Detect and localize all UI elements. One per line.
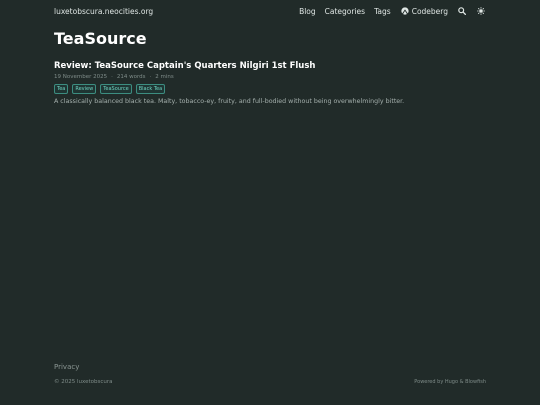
site-title-link[interactable]: luxetobscura.neocities.org: [54, 7, 153, 16]
nav-codeberg-label: Codeberg: [411, 6, 448, 16]
nav-categories[interactable]: Categories: [325, 7, 365, 16]
article-word-count: 214 words: [116, 74, 146, 80]
privacy-link[interactable]: Privacy: [54, 363, 79, 371]
page: luxetobscura.neocities.org Blog Categori…: [0, 0, 540, 405]
site-footer: © 2025 luxetobscura Powered by Hugo & Bl…: [54, 379, 486, 385]
nav-codeberg[interactable]: Codeberg: [400, 6, 448, 16]
article-meta: 19 November 2025 · 214 words · 2 mins: [54, 74, 486, 80]
tag-teasource[interactable]: TeaSource: [100, 84, 132, 94]
tag-black-tea[interactable]: Black Tea: [135, 84, 166, 94]
tag-tea[interactable]: Tea: [54, 84, 69, 94]
article-read-time: 2 mins: [155, 74, 174, 80]
meta-separator: ·: [111, 74, 113, 80]
main-nav: Blog Categories Tags Codeberg: [299, 6, 486, 16]
site-header: luxetobscura.neocities.org Blog Categori…: [54, 0, 486, 22]
tag-review[interactable]: Review: [72, 84, 97, 94]
nav-tags[interactable]: Tags: [374, 7, 391, 16]
page-title: TeaSource: [54, 29, 147, 48]
meta-separator: ·: [149, 74, 152, 80]
nav-blog[interactable]: Blog: [299, 7, 316, 16]
search-icon[interactable]: [457, 6, 467, 16]
article-date: 19 November 2025: [54, 74, 108, 80]
article-card: Review: TeaSource Captain's Quarters Nil…: [54, 61, 486, 111]
sun-icon[interactable]: [476, 6, 486, 16]
article-title-link[interactable]: Review: TeaSource Captain's Quarters Nil…: [54, 61, 486, 71]
copyright: © 2025 luxetobscura: [54, 379, 113, 385]
codeberg-icon: [400, 6, 410, 16]
article-tags: Tea Review TeaSource Black Tea: [54, 84, 486, 94]
article-summary: A classically balanced black tea. Malty,…: [54, 98, 405, 105]
powered-by: Powered by Hugo & Blowfish: [414, 379, 486, 385]
